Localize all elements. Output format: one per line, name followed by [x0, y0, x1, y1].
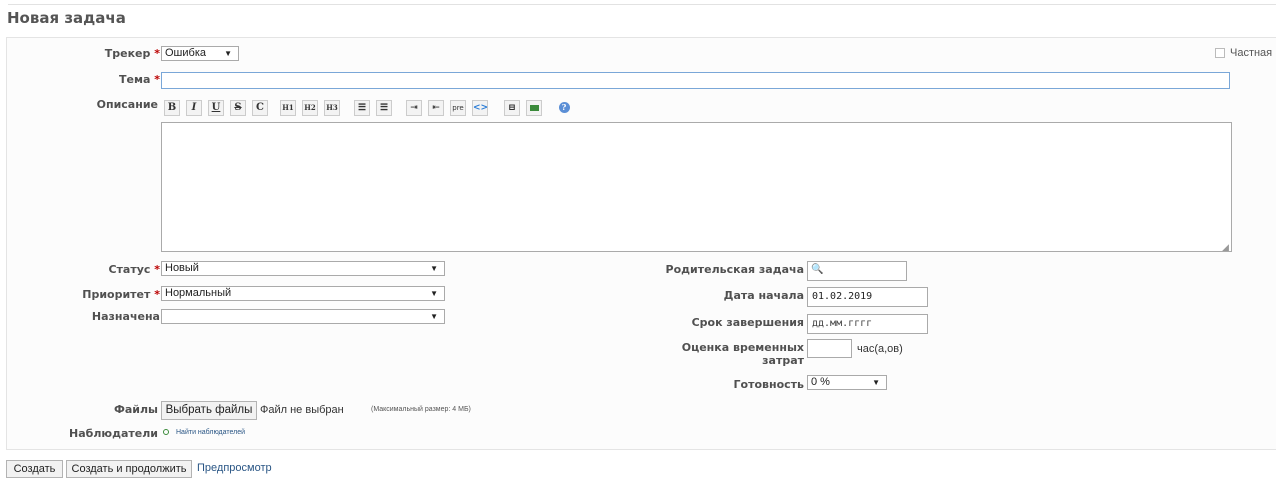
strikethrough-button[interactable]: S — [230, 100, 246, 116]
watchers-label: Наблюдатели — [69, 427, 158, 440]
top-divider — [8, 4, 1276, 5]
done-ratio-select[interactable]: 0 % ▼ — [807, 375, 887, 390]
search-icon: 🔍 — [811, 264, 824, 275]
no-file-text: Файл не выбран — [260, 404, 344, 416]
underline-button[interactable]: U — [208, 100, 224, 116]
start-date-label: Дата начала — [723, 289, 804, 302]
start-date-input[interactable]: 01.02.2019 — [807, 287, 928, 307]
choose-files-button[interactable]: Выбрать файлы — [161, 401, 257, 420]
preformatted-button[interactable]: pre — [450, 100, 466, 116]
subject-input[interactable] — [161, 72, 1230, 89]
assignee-select[interactable]: ▼ — [161, 309, 445, 324]
private-checkbox[interactable] — [1215, 48, 1225, 58]
estimate-unit: час(а,ов) — [857, 343, 903, 355]
heading3-button[interactable]: H3 — [324, 100, 340, 116]
indent-icon[interactable]: ⇥ — [406, 100, 422, 116]
parent-task-label: Родительская задача — [665, 263, 804, 276]
private-label: Частная — [1230, 47, 1273, 59]
description-textarea[interactable] — [161, 122, 1232, 252]
done-ratio-label: Готовность — [733, 378, 804, 391]
image-icon[interactable] — [526, 100, 542, 116]
max-size-note: (Максимальный размер: 4 МБ) — [371, 406, 471, 413]
create-and-continue-button[interactable]: Создать и продолжить — [66, 460, 192, 478]
tracker-label: Трекер * — [104, 47, 160, 60]
search-watchers-link[interactable]: Найти наблюдателей — [176, 429, 245, 436]
estimate-input[interactable] — [807, 339, 852, 358]
status-select[interactable]: Новый ▼ — [161, 261, 445, 276]
inline-code-button[interactable]: C — [252, 100, 268, 116]
numbered-list-icon[interactable]: ☰ — [376, 100, 392, 116]
priority-select[interactable]: Нормальный ▼ — [161, 286, 445, 301]
create-button[interactable]: Создать — [6, 460, 63, 478]
dropdown-arrow-icon: ▼ — [224, 49, 232, 58]
heading2-button[interactable]: H2 — [302, 100, 318, 116]
subject-label: Тема * — [119, 73, 160, 86]
heading1-button[interactable]: H1 — [280, 100, 296, 116]
bold-button[interactable]: B — [164, 100, 180, 116]
description-label: Описание — [96, 98, 158, 111]
page-title: Новая задача — [7, 9, 126, 27]
dropdown-arrow-icon: ▼ — [872, 378, 880, 387]
dropdown-arrow-icon: ▼ — [430, 264, 438, 273]
help-icon[interactable]: ? — [556, 100, 572, 116]
files-label: Файлы — [113, 403, 158, 416]
link-icon[interactable]: ⊟ — [504, 100, 520, 116]
parent-task-input[interactable]: 🔍 — [807, 261, 907, 281]
due-date-input[interactable]: дд.мм.гггг — [807, 314, 928, 334]
due-date-label: Срок завершения — [691, 316, 804, 329]
resize-handle-icon[interactable]: ◢ — [1222, 242, 1229, 253]
dropdown-arrow-icon: ▼ — [430, 289, 438, 298]
code-highlight-icon[interactable]: <> — [472, 100, 488, 116]
status-label: Статус * — [108, 263, 160, 276]
add-icon — [163, 429, 169, 435]
preview-link[interactable]: Предпросмотр — [197, 462, 272, 474]
outdent-icon[interactable]: ⇤ — [428, 100, 444, 116]
tracker-select[interactable]: Ошибка ▼ — [161, 46, 239, 61]
assignee-label: Назначена — [91, 310, 160, 323]
dropdown-arrow-icon: ▼ — [430, 312, 438, 321]
italic-button[interactable]: I — [186, 100, 202, 116]
bullet-list-icon[interactable]: ☰ — [354, 100, 370, 116]
estimate-label: Оценка временных затрат — [681, 341, 804, 367]
priority-label: Приоритет * — [82, 288, 160, 301]
